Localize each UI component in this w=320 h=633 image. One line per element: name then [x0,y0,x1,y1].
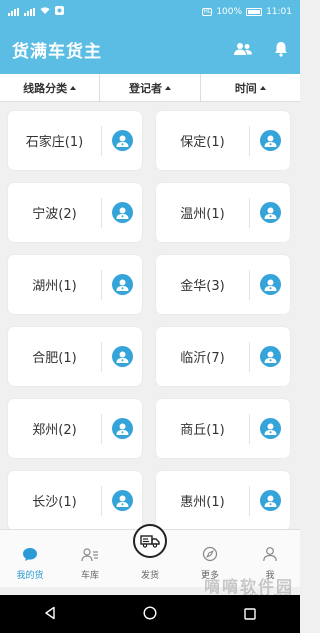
city-label: 保定(1) [180,135,225,150]
signal-icon-2 [24,8,35,16]
driver-icon-wrap[interactable] [250,418,290,439]
city-card[interactable]: 郑州(2) [8,399,142,458]
filter-label: 线路分类 [23,81,68,95]
driver-icon [111,202,133,223]
home-icon[interactable] [143,605,157,624]
caret-up-icon [70,85,77,90]
city-label: 郑州(2) [32,423,77,438]
city-label: 石家庄(1) [25,135,84,150]
city-card[interactable]: 长沙(1) [8,471,142,529]
filter-registrant[interactable]: 登记者 [100,74,201,101]
filter-label: 登记者 [128,81,162,95]
hd-badge: HD [202,8,213,16]
driver-icon-wrap[interactable] [250,346,290,367]
city-label: 宁波(2) [32,207,77,222]
driver-icon [111,130,133,151]
tab-label: 发货 [140,571,159,581]
driver-icon [259,418,281,439]
clock: 11:01 [266,7,292,17]
city-card[interactable]: 湖州(1) [8,255,142,314]
driver-icon-wrap[interactable] [102,274,142,295]
driver-icon [111,490,133,511]
tab-ship[interactable]: 发货 [120,524,180,587]
city-label: 合肥(1) [32,351,77,366]
city-label: 湖州(1) [32,279,77,294]
city-card[interactable]: 温州(1) [156,183,290,242]
signal-icon [8,8,19,16]
city-card[interactable]: 金华(3) [156,255,290,314]
app-bar-actions [234,41,288,57]
compass-icon [202,546,218,565]
app-bar: 货满车货主 [0,24,300,74]
back-icon[interactable] [44,605,56,624]
city-grid: 石家庄(1) 保定(1) 宁波(2) 温州(1) 湖州(1) 金华(3) 合肥(… [0,103,300,529]
driver-icon-wrap[interactable] [102,418,142,439]
city-card[interactable]: 商丘(1) [156,399,290,458]
driver-icon [111,274,133,295]
driver-icon-wrap[interactable] [250,490,290,511]
city-card[interactable]: 石家庄(1) [8,111,142,170]
city-label: 温州(1) [180,207,225,222]
driver-icon [111,418,133,439]
driver-icon-wrap[interactable] [102,346,142,367]
filter-bar: 线路分类 登记者 时间 [0,74,300,102]
garage-icon [81,548,99,565]
city-label: 临沂(7) [180,351,225,366]
contacts-icon[interactable] [234,42,252,56]
driver-icon [111,346,133,367]
truck-icon [133,524,167,558]
city-card[interactable]: 惠州(1) [156,471,290,529]
driver-icon-wrap[interactable] [102,202,142,223]
tab-my-cargo[interactable]: 我的货 [0,530,60,587]
driver-icon-wrap[interactable] [250,202,290,223]
battery-percent: 100% [216,7,243,17]
tab-label: 车库 [80,571,99,581]
page-title: 货满车货主 [12,41,102,62]
driver-icon-wrap[interactable] [102,490,142,511]
status-left [8,6,64,18]
city-label: 金华(3) [180,279,225,294]
caret-up-icon [259,85,266,90]
driver-icon [259,346,281,367]
filter-route-category[interactable]: 线路分类 [0,74,101,101]
tab-label: 我的货 [16,571,44,581]
city-card[interactable]: 临沂(7) [156,327,290,386]
status-right: HD 100% 11:01 [202,7,292,17]
notification-icon [55,6,64,18]
person-icon [262,546,278,565]
status-bar: HD 100% 11:01 [0,0,300,24]
city-card[interactable]: 保定(1) [156,111,290,170]
chat-icon [22,547,38,565]
system-nav-bar [0,595,300,633]
recents-icon[interactable] [244,605,257,624]
driver-icon [259,130,281,151]
city-card[interactable]: 合肥(1) [8,327,142,386]
city-label: 惠州(1) [180,495,225,510]
driver-icon [259,274,281,295]
battery-icon [246,8,263,16]
city-label: 长沙(1) [32,495,77,510]
caret-up-icon [164,85,171,90]
filter-label: 时间 [234,81,257,95]
driver-icon-wrap[interactable] [250,274,290,295]
city-card[interactable]: 宁波(2) [8,183,142,242]
driver-icon [259,202,281,223]
wifi-icon [40,6,50,18]
driver-icon-wrap[interactable] [250,130,290,151]
filter-time[interactable]: 时间 [201,74,300,101]
city-label: 商丘(1) [180,423,225,438]
driver-icon-wrap[interactable] [102,130,142,151]
bell-icon[interactable] [274,41,288,57]
tab-garage[interactable]: 车库 [60,530,120,587]
driver-icon [259,490,281,511]
